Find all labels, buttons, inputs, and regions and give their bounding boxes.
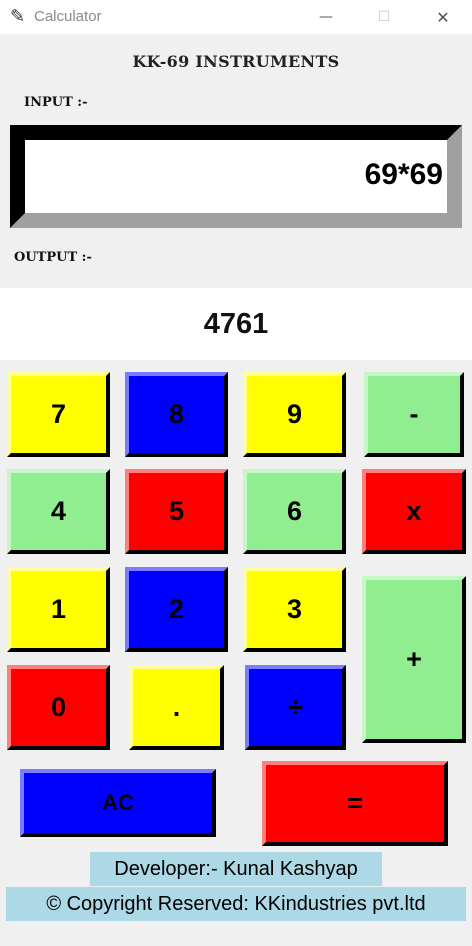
divide-button[interactable]: ÷ bbox=[245, 665, 346, 750]
key-7-button[interactable]: 7 bbox=[7, 372, 110, 457]
input-label: INPUT :- bbox=[24, 95, 88, 110]
window-title: Calculator bbox=[34, 8, 102, 25]
key-1-button[interactable]: 1 bbox=[7, 567, 110, 652]
maximize-button[interactable]: ☐ bbox=[355, 0, 413, 34]
copyright-notice: © Copyright Reserved: KKindustries pvt.l… bbox=[6, 887, 466, 921]
key-8-button[interactable]: 8 bbox=[125, 372, 228, 457]
plus-button[interactable]: + bbox=[362, 576, 466, 743]
developer-credit: Developer:- Kunal Kashyap bbox=[90, 852, 382, 886]
decimal-point-button[interactable]: . bbox=[129, 665, 224, 750]
key-0-button[interactable]: 0 bbox=[7, 665, 110, 750]
multiply-button[interactable]: x bbox=[362, 469, 466, 554]
all-clear-button[interactable]: AC bbox=[20, 769, 216, 837]
expression-input[interactable]: 69*69 bbox=[10, 125, 462, 228]
key-2-button[interactable]: 2 bbox=[125, 567, 228, 652]
title-bar: ✎ Calculator — ☐ ✕ bbox=[0, 0, 472, 34]
key-5-button[interactable]: 5 bbox=[125, 469, 228, 554]
equals-button[interactable]: = bbox=[262, 761, 448, 846]
output-display: 4761 bbox=[0, 288, 472, 360]
app-heading: KK-69 INSTRUMENTS bbox=[132, 52, 340, 71]
close-button[interactable]: ✕ bbox=[414, 0, 472, 34]
output-label: OUTPUT :- bbox=[14, 250, 92, 265]
minus-button[interactable]: - bbox=[364, 372, 464, 457]
key-3-button[interactable]: 3 bbox=[243, 567, 346, 652]
input-value: 69*69 bbox=[364, 158, 443, 191]
output-value: 4761 bbox=[203, 307, 269, 340]
key-6-button[interactable]: 6 bbox=[243, 469, 346, 554]
feather-icon: ✎ bbox=[10, 6, 26, 27]
key-4-button[interactable]: 4 bbox=[7, 469, 110, 554]
key-9-button[interactable]: 9 bbox=[243, 372, 346, 457]
minimize-button[interactable]: — bbox=[297, 0, 355, 34]
